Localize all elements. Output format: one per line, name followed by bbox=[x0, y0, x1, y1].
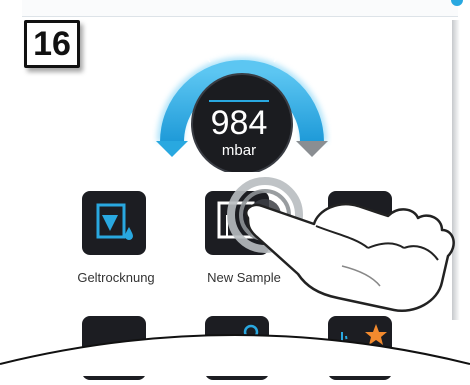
gauge-divider bbox=[209, 100, 269, 102]
gauge-value: 984 bbox=[210, 104, 268, 142]
geltrocknung-label: Geltrocknung bbox=[77, 270, 155, 285]
gel-drying-icon bbox=[96, 203, 133, 240]
pointing-hand-icon bbox=[245, 203, 455, 312]
gauge-unit: mbar bbox=[221, 142, 257, 159]
status-indicator-icon bbox=[451, 0, 463, 6]
gauge-readout: 984 mbar bbox=[179, 78, 299, 170]
bottom-curve bbox=[0, 334, 470, 376]
geltrocknung-tile[interactable] bbox=[82, 191, 146, 255]
status-bar bbox=[22, 0, 463, 17]
step-number-badge: 16 bbox=[24, 20, 80, 68]
